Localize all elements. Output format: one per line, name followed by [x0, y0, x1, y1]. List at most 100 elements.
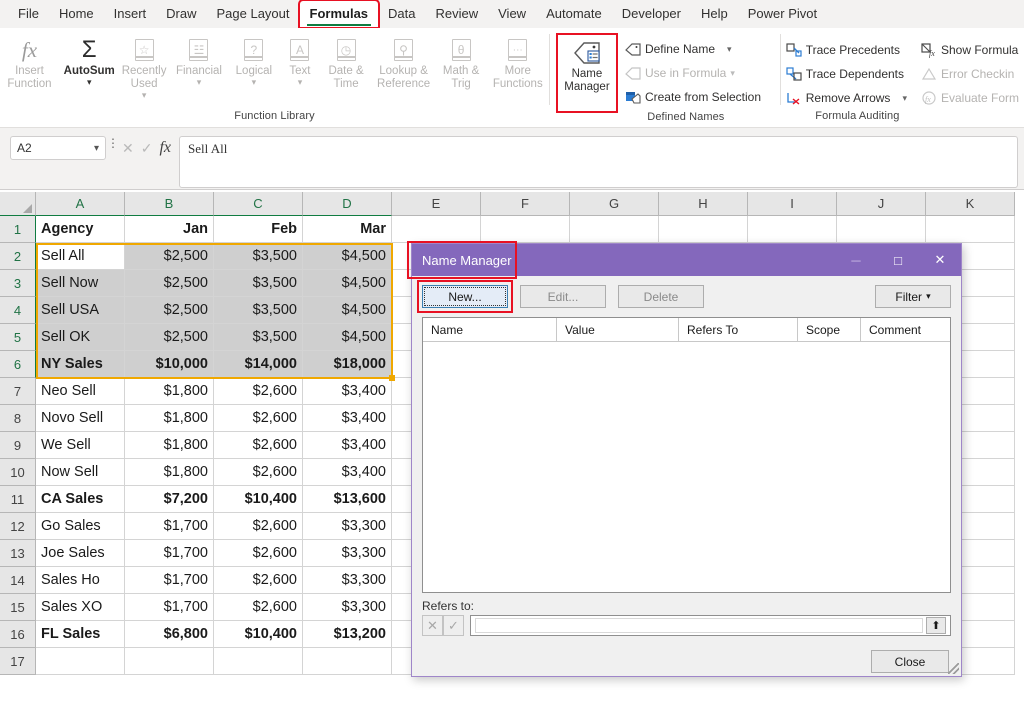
chevron-down-icon[interactable]: ▾ — [252, 78, 257, 87]
remove-arrows-button[interactable]: Remove Arrows ▾ — [783, 86, 910, 110]
cancel-icon[interactable]: ✕ — [122, 140, 134, 157]
chevron-down-icon[interactable]: ▾ — [142, 91, 147, 100]
cell-A9[interactable]: We Sell — [36, 432, 125, 459]
cell-A12[interactable]: Go Sales — [36, 513, 125, 540]
use-in-formula-button[interactable]: Use in Formula ▾ — [622, 61, 764, 85]
define-name-button[interactable]: Define Name ▾ — [622, 37, 764, 61]
names-list[interactable]: Name Value Refers To Scope Comment — [422, 317, 951, 593]
cell-B8[interactable]: $1,800 — [125, 405, 214, 432]
row-header-5[interactable]: 5 — [0, 324, 36, 351]
minimize-icon[interactable]: ─ — [835, 244, 877, 276]
formula-input[interactable]: Sell All — [179, 136, 1018, 188]
tab-insert[interactable]: Insert — [104, 1, 157, 27]
column-name[interactable]: Name — [423, 318, 557, 341]
cell-B4[interactable]: $2,500 — [125, 297, 214, 324]
new-button[interactable]: New... — [422, 285, 508, 308]
cell-C8[interactable]: $2,600 — [214, 405, 303, 432]
cell-B6[interactable]: $10,000 — [125, 351, 214, 378]
cell-D17[interactable] — [303, 648, 392, 675]
chevron-down-icon[interactable]: ▾ — [298, 78, 303, 87]
cell-C3[interactable]: $3,500 — [214, 270, 303, 297]
cell-C2[interactable]: $3,500 — [214, 243, 303, 270]
cell-C11[interactable]: $10,400 — [214, 486, 303, 513]
tab-help[interactable]: Help — [691, 1, 738, 27]
math-trig-button[interactable]: θ Math & Trig — [434, 32, 489, 94]
cell-D2[interactable]: $4,500 — [303, 243, 392, 270]
cell-A13[interactable]: Joe Sales — [36, 540, 125, 567]
refers-accept-icon[interactable]: ✓ — [443, 615, 464, 636]
cell-D7[interactable]: $3,400 — [303, 378, 392, 405]
cell-B17[interactable] — [125, 648, 214, 675]
cell-A3[interactable]: Sell Now — [36, 270, 125, 297]
cell-D12[interactable]: $3,300 — [303, 513, 392, 540]
refers-cancel-icon[interactable]: ✕ — [422, 615, 443, 636]
cell-A2[interactable]: Sell All — [36, 243, 125, 270]
error-checking-button[interactable]: Error Checkin — [918, 62, 1022, 86]
name-manager-button[interactable]: Name Manager — [555, 33, 618, 113]
cell-C16[interactable]: $10,400 — [214, 621, 303, 648]
column-header-C[interactable]: C — [214, 192, 303, 216]
cell-K1[interactable] — [926, 216, 1015, 243]
cell-B10[interactable]: $1,800 — [125, 459, 214, 486]
cell-C9[interactable]: $2,600 — [214, 432, 303, 459]
column-header-K[interactable]: K — [926, 192, 1015, 216]
row-header-15[interactable]: 15 — [0, 594, 36, 621]
tab-draw[interactable]: Draw — [156, 1, 206, 27]
cell-C1[interactable]: Feb — [214, 216, 303, 243]
tab-power-pivot[interactable]: Power Pivot — [738, 1, 827, 27]
tab-view[interactable]: View — [488, 1, 536, 27]
column-refers-to[interactable]: Refers To — [679, 318, 798, 341]
collapse-dialog-icon[interactable]: ⬆ — [926, 617, 946, 634]
cell-C17[interactable] — [214, 648, 303, 675]
cell-B12[interactable]: $1,700 — [125, 513, 214, 540]
cell-B13[interactable]: $1,700 — [125, 540, 214, 567]
date-time-button[interactable]: ◷ Date & Time — [319, 32, 374, 94]
cell-C4[interactable]: $3,500 — [214, 297, 303, 324]
cell-D15[interactable]: $3,300 — [303, 594, 392, 621]
column-header-D[interactable]: D — [303, 192, 392, 216]
row-header-14[interactable]: 14 — [0, 567, 36, 594]
cell-B3[interactable]: $2,500 — [125, 270, 214, 297]
column-header-B[interactable]: B — [125, 192, 214, 216]
trace-precedents-button[interactable]: Trace Precedents — [783, 38, 910, 62]
cell-D10[interactable]: $3,400 — [303, 459, 392, 486]
column-header-G[interactable]: G — [570, 192, 659, 216]
cell-H1[interactable] — [659, 216, 748, 243]
row-header-11[interactable]: 11 — [0, 486, 36, 513]
cell-B14[interactable]: $1,700 — [125, 567, 214, 594]
autosum-button[interactable]: Σ AutoSum ▾ — [62, 32, 117, 90]
cell-A15[interactable]: Sales XO — [36, 594, 125, 621]
name-box[interactable]: A2 ▾ — [10, 136, 106, 160]
cell-D8[interactable]: $3,400 — [303, 405, 392, 432]
cell-B5[interactable]: $2,500 — [125, 324, 214, 351]
cell-C5[interactable]: $3,500 — [214, 324, 303, 351]
column-scope[interactable]: Scope — [798, 318, 861, 341]
chevron-down-icon[interactable]: ▾ — [87, 78, 92, 87]
cell-I1[interactable] — [748, 216, 837, 243]
column-comment[interactable]: Comment — [861, 318, 950, 341]
cell-B2[interactable]: $2,500 — [125, 243, 214, 270]
cell-A7[interactable]: Neo Sell — [36, 378, 125, 405]
tab-developer[interactable]: Developer — [612, 1, 691, 27]
row-header-12[interactable]: 12 — [0, 513, 36, 540]
cell-E1[interactable] — [392, 216, 481, 243]
cell-B16[interactable]: $6,800 — [125, 621, 214, 648]
tab-automate[interactable]: Automate — [536, 1, 612, 27]
cell-A10[interactable]: Now Sell — [36, 459, 125, 486]
cell-D14[interactable]: $3,300 — [303, 567, 392, 594]
cell-J1[interactable] — [837, 216, 926, 243]
text-button[interactable]: A Text ▾ — [281, 32, 318, 90]
maximize-icon[interactable]: □ — [877, 244, 919, 276]
close-button[interactable]: Close — [871, 650, 949, 673]
cell-D16[interactable]: $13,200 — [303, 621, 392, 648]
chevron-down-icon[interactable]: ▾ — [727, 44, 732, 55]
chevron-down-icon[interactable]: ▾ — [94, 143, 99, 154]
cell-A16[interactable]: FL Sales — [36, 621, 125, 648]
close-icon[interactable]: ✕ — [919, 244, 961, 276]
cell-F1[interactable] — [481, 216, 570, 243]
row-header-17[interactable]: 17 — [0, 648, 36, 675]
cell-D13[interactable]: $3,300 — [303, 540, 392, 567]
cell-A17[interactable] — [36, 648, 125, 675]
row-header-6[interactable]: 6 — [0, 351, 36, 378]
cell-A5[interactable]: Sell OK — [36, 324, 125, 351]
